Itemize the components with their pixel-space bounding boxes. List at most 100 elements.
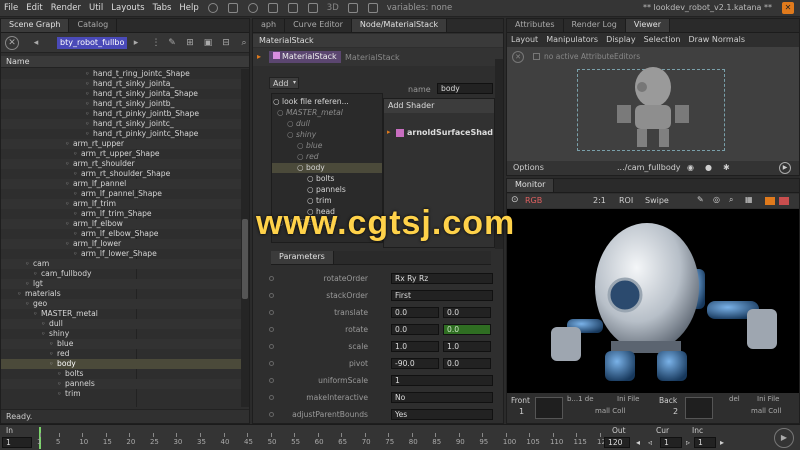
scene-graph-row[interactable]: ◦ trim xyxy=(1,389,241,399)
options-label[interactable]: Options xyxy=(513,163,544,172)
scene-graph-row[interactable]: ◦ hand_rt_sinky_jointa_Shape xyxy=(1,89,241,99)
scene-graph-row[interactable]: ◦ hand_rt_pinky_jointc_Shape xyxy=(1,129,241,139)
param-field[interactable]: 0.0 xyxy=(443,324,491,335)
front-value[interactable]: 1 xyxy=(519,407,524,416)
variables-dropdown[interactable]: variables: none xyxy=(383,3,457,13)
scene-graph-row[interactable]: ◦ dull xyxy=(1,319,241,329)
param-field[interactable]: 0.0 xyxy=(443,358,491,369)
scene-graph-row[interactable]: ◦ arm_lf_lower xyxy=(1,239,241,249)
name-field[interactable]: body xyxy=(437,83,493,94)
scene-graph-row[interactable]: ◦ hand_t_ring_jointc_Shape xyxy=(1,69,241,79)
channels-icon[interactable]: RGB xyxy=(525,196,542,205)
grid-icon[interactable] xyxy=(367,3,378,13)
expand-icon[interactable]: ⊞ xyxy=(185,38,195,48)
param-field[interactable]: 1 xyxy=(391,375,493,386)
camera-name[interactable]: .../cam_fullbody xyxy=(617,163,681,172)
param-field[interactable]: -90.0 xyxy=(391,358,439,369)
scene-graph-row[interactable]: ◦ geo xyxy=(1,299,241,309)
viewer-menu-selection[interactable]: Selection xyxy=(640,34,685,46)
scene-graph-row[interactable]: ◦ shiny xyxy=(1,329,241,339)
cancel-icon[interactable]: ✕ xyxy=(5,36,19,50)
scene-graph-row[interactable]: ◦ arm_lf_pannel_Shape xyxy=(1,189,241,199)
filter-icon[interactable]: ⊟ xyxy=(221,38,231,48)
scene-graph-row[interactable]: ◦ arm_lf_lower_Shape xyxy=(1,249,241,259)
play-icon[interactable]: ▶ xyxy=(779,162,791,174)
scene-graph-row[interactable]: ◦ arm_lf_trim xyxy=(1,199,241,209)
back-thumbnail[interactable] xyxy=(685,397,713,419)
scene-graph-row[interactable]: ◦ arm_lf_trim_Shape xyxy=(1,209,241,219)
menu-help[interactable]: Help xyxy=(175,3,202,13)
material-stack-row[interactable]: ○ pannels xyxy=(272,185,382,195)
scene-graph-row[interactable]: ◦ arm_rt_upper_Shape xyxy=(1,149,241,159)
param-field[interactable]: 0.0 xyxy=(443,307,491,318)
forward-icon[interactable]: ▸ xyxy=(131,38,141,48)
scene-graph-row[interactable]: ◦ arm_lf_pannel xyxy=(1,179,241,189)
tab-curve-editor[interactable]: Curve Editor xyxy=(285,19,352,32)
viewer-menu-layout[interactable]: Layout xyxy=(507,34,542,46)
refresh-icon[interactable] xyxy=(247,3,258,13)
scene-graph-row[interactable]: ◦ arm_lf_elbow xyxy=(1,219,241,229)
shader-row[interactable]: ▸ arnoldSurfaceShader xyxy=(384,127,494,139)
menu-file[interactable]: File xyxy=(0,3,22,13)
scene-graph-row[interactable]: ◦ hand_rt_pinky_jointb_Shape xyxy=(1,109,241,119)
step-back-icon[interactable]: ◂ xyxy=(636,438,640,447)
scene-graph-row[interactable]: ◦ blue xyxy=(1,339,241,349)
scene-graph-row[interactable]: ◦ arm_lf_elbow_Shape xyxy=(1,229,241,239)
scene-graph-row[interactable]: ◦ arm_rt_shoulder_Shape xyxy=(1,169,241,179)
timeline-ruler[interactable]: 1 5 10 15 20 25 30 35 40 45 50 55 60 65 70 75 80 85 90 95 10… xyxy=(36,425,610,450)
menu-tabs[interactable]: Tabs xyxy=(149,3,176,13)
play-forward-icon[interactable]: ▹ xyxy=(686,438,690,447)
preview-icon[interactable] xyxy=(347,3,358,13)
scene-graph-row[interactable]: ◦ red xyxy=(1,349,241,359)
add-shader-header[interactable]: Add Shader xyxy=(384,99,494,113)
scene-graph-row[interactable]: ◦ materials xyxy=(1,289,241,299)
camera-icon[interactable] xyxy=(307,3,318,13)
roi-label[interactable]: ROI xyxy=(619,196,633,205)
param-field[interactable]: 0.0 xyxy=(391,307,439,318)
expand-arrow-icon[interactable]: ▸ xyxy=(387,128,391,136)
light-icon[interactable]: ● xyxy=(705,163,712,172)
scrollbar-thumb[interactable] xyxy=(242,219,248,299)
play-back-icon[interactable]: ◃ xyxy=(648,438,652,447)
column-name[interactable]: Name xyxy=(6,57,30,66)
scene-graph-row[interactable]: ◦ cam_fullbody xyxy=(1,269,241,279)
tab-monitor[interactable]: Monitor xyxy=(507,179,555,192)
zoom-icon[interactable]: ⌕ xyxy=(729,195,733,205)
render-icon[interactable] xyxy=(227,3,238,13)
back-icon[interactable]: ◂ xyxy=(31,38,41,48)
tab-attributes[interactable]: Attributes xyxy=(507,19,564,32)
scene-graph-row[interactable]: ◦ pannels xyxy=(1,379,241,389)
viewer-menu-draw-normals[interactable]: Draw Normals xyxy=(684,34,749,46)
tab-catalog[interactable]: Catalog xyxy=(69,19,118,32)
in-field[interactable]: 1 xyxy=(2,437,32,448)
color-swatch[interactable] xyxy=(765,197,775,205)
step-forward-icon[interactable]: ▸ xyxy=(720,438,724,447)
tab-scene-graph[interactable]: Scene Graph xyxy=(1,19,70,32)
scene-graph-row[interactable]: ◦ body xyxy=(1,359,241,369)
tab-render-log[interactable]: Render Log xyxy=(564,19,626,32)
save-icon[interactable]: ▣ xyxy=(203,38,213,48)
param-field[interactable]: Rx Ry Rz xyxy=(391,273,493,284)
lock-icon[interactable] xyxy=(287,3,298,13)
scene-graph-row[interactable]: ◦ hand_rt_sinky_jointb_ xyxy=(1,99,241,109)
param-field[interactable]: First xyxy=(391,290,493,301)
material-stack-row[interactable]: ○ blue xyxy=(272,141,382,151)
play-button[interactable]: ▶ xyxy=(774,428,794,448)
search-icon[interactable]: ⌕ xyxy=(239,38,249,48)
swipe-label[interactable]: Swipe xyxy=(645,196,669,205)
viewer-menu-display[interactable]: Display xyxy=(602,34,640,46)
eye-icon[interactable]: ◉ xyxy=(687,163,694,172)
pin-icon[interactable] xyxy=(267,3,278,13)
scene-graph-row[interactable]: ◦ hand_rt_sinky_jointc_ xyxy=(1,119,241,129)
channel-ratio[interactable]: 2:1 xyxy=(593,196,606,205)
material-stack-row[interactable]: ○ dull xyxy=(272,119,382,129)
dropdown-arrow-icon[interactable]: ▸ xyxy=(257,52,261,61)
tab-parameters[interactable]: Parameters xyxy=(271,251,334,264)
material-stack-row[interactable]: ○ red xyxy=(272,152,382,162)
menu-render[interactable]: Render xyxy=(47,3,85,13)
material-stack-row[interactable]: ○ body xyxy=(272,163,382,173)
tab-node-graph[interactable]: aph xyxy=(253,19,286,32)
scene-graph-row[interactable]: ◦ lgt xyxy=(1,279,241,289)
param-field[interactable]: 1.0 xyxy=(391,341,439,352)
gear-icon[interactable] xyxy=(207,3,218,13)
